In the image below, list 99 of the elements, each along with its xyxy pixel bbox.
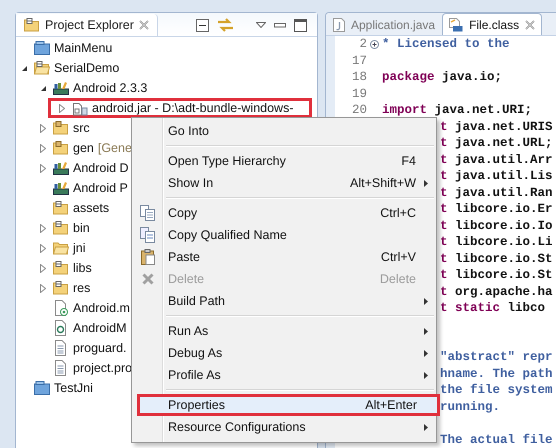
shortcut-label: Alt+Shift+W [350, 176, 416, 190]
folder-icon [53, 281, 69, 295]
close-icon[interactable] [138, 20, 149, 30]
folder-icon [34, 41, 50, 55]
books-icon [53, 181, 69, 195]
folder-icon [53, 261, 69, 275]
minimize-icon[interactable] [274, 22, 286, 28]
tree-item-label[interactable]: Android.m [73, 301, 130, 315]
file-icon [53, 300, 69, 316]
code-line: t java.util.Ran [440, 186, 553, 200]
delete-icon [142, 273, 154, 285]
tree-item-label[interactable]: Android P [73, 181, 128, 195]
code-line: * Licensed to the [382, 37, 510, 52]
line-number: 20 [352, 103, 367, 118]
code-line: package java.io; [382, 70, 502, 84]
tree-item-label[interactable]: bin [73, 221, 90, 235]
shortcut-label: F4 [401, 154, 416, 168]
code-line: t libcore.io.St [440, 268, 553, 282]
collapse-all-icon[interactable] [196, 18, 209, 32]
shortcut-label: Ctrl+V [380, 250, 416, 264]
expander-icon[interactable] [20, 64, 28, 72]
view-tab[interactable]: Project Explorer [16, 14, 158, 36]
close-icon[interactable] [525, 20, 536, 30]
code-line: t libcore.io.Er [440, 202, 553, 216]
shortcut-label: Ctrl+C [380, 206, 416, 220]
folder-icon [53, 201, 69, 215]
code-line: t java.util.Arr [440, 152, 553, 167]
project-folder-icon [34, 61, 50, 75]
menu-item[interactable]: Run As [132, 320, 436, 342]
folder-icon [53, 221, 69, 235]
editor-tab[interactable]: File.class [442, 13, 542, 35]
tree-item-label[interactable]: SerialDemo [54, 61, 120, 75]
clipboard-icon [140, 249, 154, 265]
menu-item[interactable]: Paste Ctrl+V [132, 246, 436, 268]
line-number: 19 [352, 86, 367, 101]
tree-item-label[interactable]: res [73, 281, 90, 295]
tree-item-label[interactable]: jni [73, 241, 86, 255]
tree-item-label[interactable]: AndroidM [73, 321, 126, 335]
copy-icon [140, 205, 155, 221]
tree-item-label[interactable]: proguard. [73, 341, 127, 355]
code-line: t java.util.Lis [440, 169, 553, 184]
line-number: 2 [359, 37, 367, 52]
copy-icon [140, 227, 155, 243]
code-line: t libcore.io.St [440, 252, 553, 266]
expand-fold-icon[interactable] [370, 40, 379, 49]
text-file-icon [53, 360, 69, 376]
file-icon [53, 320, 69, 336]
tree-item-label[interactable]: android.jar - D:\adt-bundle-windows- [92, 101, 294, 115]
view-menu-icon[interactable] [256, 22, 266, 28]
menu-item[interactable]: Build Path [132, 290, 436, 312]
code-line: t java.net.URIS [440, 120, 553, 134]
line-number: 17 [352, 54, 367, 68]
item-decoration: [Gene [98, 141, 132, 155]
code-line: import java.net.URI; [382, 103, 532, 118]
menu-item[interactable]: Show In Alt+Shift+W [132, 172, 436, 194]
code-line: The actual file [440, 432, 553, 447]
menu-item[interactable]: Copy Qualified Name [132, 224, 436, 246]
tree-item-label[interactable]: project.pro [73, 361, 132, 375]
tree-item-label[interactable]: Android 2.3.3 [73, 81, 148, 95]
line-number: 18 [352, 70, 367, 84]
open-folder-icon [53, 241, 69, 255]
jar-file-icon [72, 100, 88, 116]
shortcut-label: Delete [380, 272, 416, 286]
menu-item[interactable]: Open Type Hierarchy F4 [132, 150, 436, 172]
code-line: t java.net.URL; [440, 136, 553, 150]
tree-item-label[interactable]: src [73, 121, 90, 135]
package-folder-icon [53, 121, 69, 135]
class-file-icon [449, 18, 464, 32]
menu-item[interactable]: Debug As [132, 342, 436, 364]
tree-item-label[interactable]: MainMenu [54, 41, 112, 55]
tree-item-label[interactable]: libs [73, 261, 92, 275]
maximize-icon[interactable] [294, 18, 307, 32]
tree-item-label[interactable]: gen [73, 141, 94, 155]
menu-item[interactable]: Resource Configurations [132, 416, 436, 438]
text-file-icon [53, 340, 69, 356]
code-line: t static libco [440, 300, 546, 315]
tree-item-label[interactable]: assets [73, 201, 110, 215]
menu-item[interactable]: Profile As [132, 364, 436, 386]
code-line: t libcore.io.Li [440, 235, 553, 250]
menu-item[interactable]: Go Into [132, 120, 436, 142]
tree-item-label[interactable]: TestJni [54, 381, 93, 395]
expander-icon[interactable] [40, 84, 46, 92]
editor-tab[interactable]: Application.java [326, 13, 442, 35]
menu-item[interactable]: Copy Ctrl+C [132, 202, 436, 224]
menu-item[interactable]: Properties Alt+Enter [137, 394, 440, 416]
code-line: hname. The path [440, 366, 553, 381]
package-folder-icon [53, 141, 69, 155]
code-line: t org.apache.ha [440, 284, 553, 298]
code-line: t libcore.io.Io [440, 218, 553, 233]
shortcut-label: Alt+Enter [365, 398, 417, 412]
code-line: "abstract" repr [440, 350, 553, 364]
code-line: the file system [440, 383, 553, 398]
books-icon [53, 161, 69, 175]
link-arrows-icon[interactable] [217, 18, 234, 32]
tree-item-label[interactable]: Android D [73, 161, 129, 175]
code-line: running. [440, 400, 500, 414]
books-icon [53, 81, 69, 95]
folder-icon [34, 381, 50, 395]
java-file-icon [333, 18, 345, 32]
